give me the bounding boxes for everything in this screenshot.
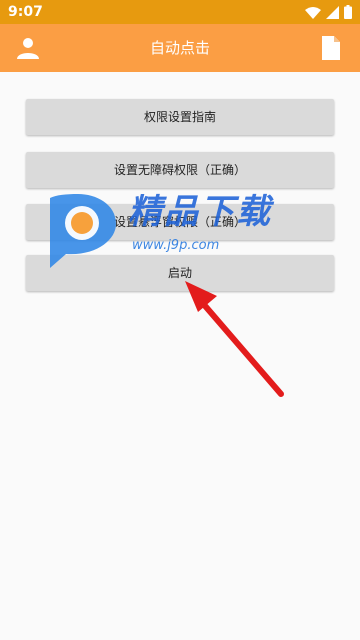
- permission-guide-button[interactable]: 权限设置指南: [26, 99, 334, 135]
- start-button[interactable]: 启动: [26, 255, 334, 291]
- status-icons: [305, 5, 352, 19]
- page-title: 自动点击: [149, 39, 210, 57]
- signal-icon: [326, 5, 339, 19]
- overlay-permission-button[interactable]: 设置悬浮窗权限（正确）: [26, 204, 334, 240]
- user-icon[interactable]: [17, 37, 39, 59]
- accessibility-permission-button[interactable]: 设置无障碍权限（正确）: [26, 152, 334, 188]
- file-icon[interactable]: [322, 36, 340, 60]
- app-bar: 自动点击: [0, 24, 360, 72]
- wifi-icon: [305, 6, 321, 19]
- battery-icon: [344, 5, 352, 19]
- main-content: 权限设置指南 设置无障碍权限（正确） 设置悬浮窗权限（正确） 启动: [0, 72, 360, 640]
- status-bar: 9:07: [0, 0, 360, 24]
- status-time: 9:07: [8, 4, 43, 20]
